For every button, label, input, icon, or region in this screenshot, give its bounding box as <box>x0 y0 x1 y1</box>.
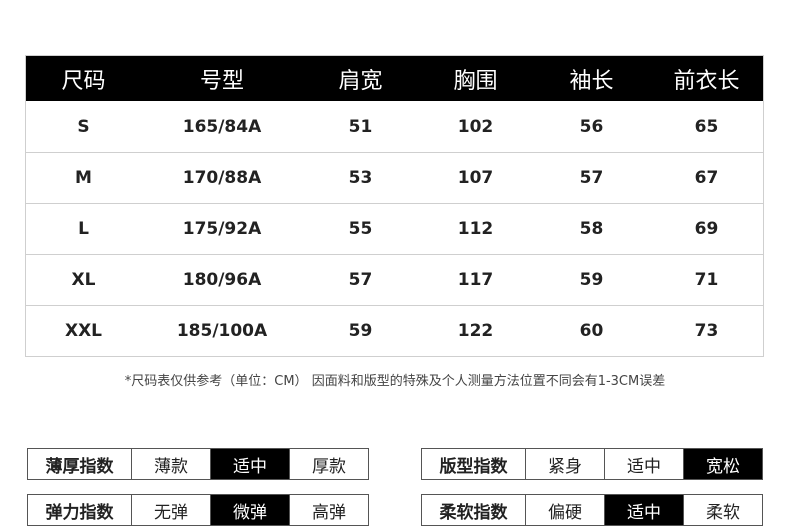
softness-option-medium: 适中 <box>604 495 683 525</box>
softness-index-label: 柔软指数 <box>439 502 508 523</box>
cell-model: 175/92A <box>182 219 262 239</box>
fit-option-regular: 适中 <box>604 449 683 479</box>
softness-index: 柔软指数 偏硬 适中 柔软 <box>421 494 763 526</box>
thickness-option-medium: 适中 <box>210 449 289 479</box>
cell-sleeve: 57 <box>579 168 604 188</box>
header-sleeve: 袖长 <box>569 68 614 94</box>
size-note: *尺码表仅供参考（单位：CM） 因面料和版型的特殊及个人测量方法位置不同会有1-… <box>124 374 666 389</box>
cell-model: 170/88A <box>182 168 262 188</box>
fit-option-loose: 宽松 <box>683 449 762 479</box>
cell-shoulder: 51 <box>348 116 373 137</box>
thickness-index: 薄厚指数 薄款 适中 厚款 <box>27 448 369 480</box>
cell-front-length: 65 <box>694 116 719 137</box>
elasticity-index: 弹力指数 无弹 微弹 高弹 <box>27 494 369 526</box>
cell-front-length: 71 <box>694 270 719 290</box>
cell-front-length: 67 <box>694 168 719 188</box>
cell-front-length: 73 <box>694 321 719 341</box>
table-row: XXL 185/100A 59 122 60 73 <box>26 305 763 356</box>
cell-size: XXL <box>64 321 103 341</box>
cell-chest: 117 <box>457 270 494 290</box>
header-front-length: 前衣长 <box>673 68 740 94</box>
elasticity-index-label: 弹力指数 <box>45 502 114 523</box>
fit-index: 版型指数 紧身 适中 宽松 <box>421 448 763 480</box>
size-chart-table: 尺码 号型 肩宽 胸围 袖长 前衣长 S 165/84A 51 102 56 6… <box>25 55 764 357</box>
fit-option-slim: 紧身 <box>525 449 604 479</box>
cell-model: 165/84A <box>182 116 262 137</box>
softness-option-stiff: 偏硬 <box>525 495 604 525</box>
thickness-option-thin: 薄款 <box>131 449 210 479</box>
table-row: S 165/84A 51 102 56 65 <box>26 101 763 152</box>
cell-shoulder: 59 <box>348 321 373 341</box>
cell-front-length: 69 <box>694 219 719 239</box>
thickness-option-thick: 厚款 <box>289 449 368 479</box>
cell-shoulder: 55 <box>348 219 373 239</box>
cell-size: S <box>77 116 90 137</box>
cell-model: 185/100A <box>176 321 268 341</box>
cell-chest: 102 <box>457 116 494 137</box>
table-row: L 175/92A 55 112 58 69 <box>26 203 763 254</box>
cell-sleeve: 58 <box>579 219 604 239</box>
table-row: M 170/88A 53 107 57 67 <box>26 152 763 203</box>
cell-chest: 112 <box>457 219 494 239</box>
header-size: 尺码 <box>61 68 106 94</box>
elasticity-option-slight: 微弹 <box>210 495 289 525</box>
elasticity-option-none: 无弹 <box>131 495 210 525</box>
cell-sleeve: 56 <box>579 116 604 137</box>
softness-option-soft: 柔软 <box>683 495 762 525</box>
header-chest: 胸围 <box>453 68 498 94</box>
table-header-row: 尺码 号型 肩宽 胸围 袖长 前衣长 <box>26 56 763 101</box>
cell-sleeve: 60 <box>579 321 604 341</box>
cell-chest: 122 <box>457 321 494 341</box>
thickness-index-label: 薄厚指数 <box>45 456 114 477</box>
cell-shoulder: 53 <box>348 168 373 188</box>
cell-chest: 107 <box>457 168 494 188</box>
fit-index-label: 版型指数 <box>439 456 508 477</box>
header-shoulder: 肩宽 <box>338 68 383 94</box>
header-model: 号型 <box>199 68 244 94</box>
cell-sleeve: 59 <box>579 270 604 290</box>
elasticity-option-high: 高弹 <box>289 495 368 525</box>
cell-model: 180/96A <box>182 270 262 290</box>
cell-size: M <box>75 168 92 188</box>
cell-size: L <box>78 219 89 239</box>
cell-shoulder: 57 <box>348 270 373 290</box>
table-row: XL 180/96A 57 117 59 71 <box>26 254 763 305</box>
cell-size: XL <box>71 270 96 290</box>
